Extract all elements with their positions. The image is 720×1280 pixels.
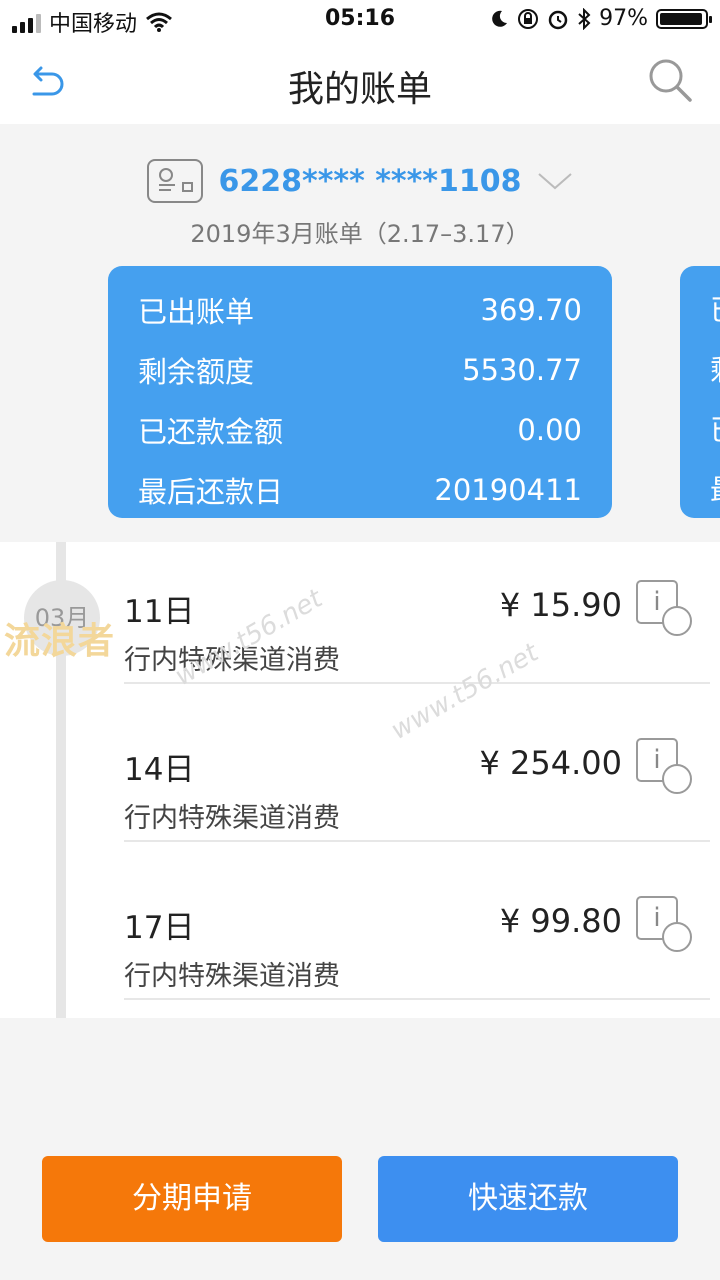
summary-label: 剩余额度 — [138, 355, 255, 389]
alarm-icon — [548, 10, 568, 29]
page-title: 我的账单 — [287, 69, 432, 110]
transaction-description: 行内特殊渠道消费 — [124, 961, 340, 992]
transaction-row[interactable]: 17日 ¥ 99.80 行内特殊渠道消费 i — [124, 858, 710, 1000]
bank-card-icon — [146, 159, 203, 203]
moon-icon — [492, 10, 508, 27]
peek-label: 已 — [680, 280, 720, 340]
quick-repay-button[interactable]: 快速还款 — [378, 1156, 678, 1242]
transaction-date: 14日 — [124, 752, 195, 788]
transaction-date: 17日 — [124, 910, 195, 946]
battery-icon — [656, 8, 712, 29]
transaction-description: 行内特殊渠道消费 — [124, 803, 340, 834]
summary-value: 5530.77 — [462, 353, 582, 387]
rotation-lock-icon — [518, 8, 539, 29]
status-bar-right: 97% — [489, 6, 712, 31]
info-check-icon[interactable]: i — [636, 580, 692, 636]
peek-label: 已 — [680, 400, 720, 460]
summary-label: 最后还款日 — [138, 475, 284, 509]
search-icon[interactable] — [646, 56, 694, 104]
summary-row-due-date: 最后还款日 20190411 — [138, 460, 582, 520]
summary-value: 0.00 — [517, 413, 582, 447]
status-bar: 中国移动 05:16 97% — [0, 0, 720, 40]
summary-value: 20190411 — [434, 473, 582, 507]
transaction-amount: ¥ 15.90 — [499, 586, 622, 624]
nav-bar: 我的账单 — [0, 40, 720, 124]
watermark-logo: 流浪者 — [4, 621, 116, 662]
transaction-amount: ¥ 99.80 — [499, 902, 622, 940]
transaction-amount: ¥ 254.00 — [479, 744, 623, 782]
summary-row-billed: 已出账单 369.70 — [138, 280, 582, 340]
bill-period: 2019年3月账单（2.17–3.17） — [190, 220, 530, 248]
summary-label: 已出账单 — [138, 295, 255, 329]
installment-apply-button[interactable]: 分期申请 — [42, 1156, 342, 1242]
bluetooth-icon — [578, 7, 591, 30]
info-check-icon[interactable]: i — [636, 738, 692, 794]
card-number: 6228**** ****1108 — [218, 163, 522, 199]
summary-value: 369.70 — [480, 293, 582, 327]
bill-summary-card[interactable]: 已出账单 369.70 剩余额度 5530.77 已还款金额 0.00 最后还款… — [108, 266, 612, 518]
peek-label: 最 — [680, 460, 720, 518]
next-summary-card[interactable]: 已 剩 已 最 — [680, 266, 720, 518]
card-selector[interactable]: 6228**** ****1108 — [0, 156, 720, 206]
peek-label: 剩 — [680, 340, 720, 400]
summary-row-remaining-credit: 剩余额度 5530.77 — [138, 340, 582, 400]
chevron-down-icon[interactable] — [537, 171, 573, 191]
transaction-date: 11日 — [124, 594, 195, 630]
summary-row-repaid: 已还款金额 0.00 — [138, 400, 582, 460]
battery-percent: 97% — [599, 6, 648, 31]
summary-label: 已还款金额 — [138, 415, 284, 449]
info-check-icon[interactable]: i — [636, 896, 692, 952]
